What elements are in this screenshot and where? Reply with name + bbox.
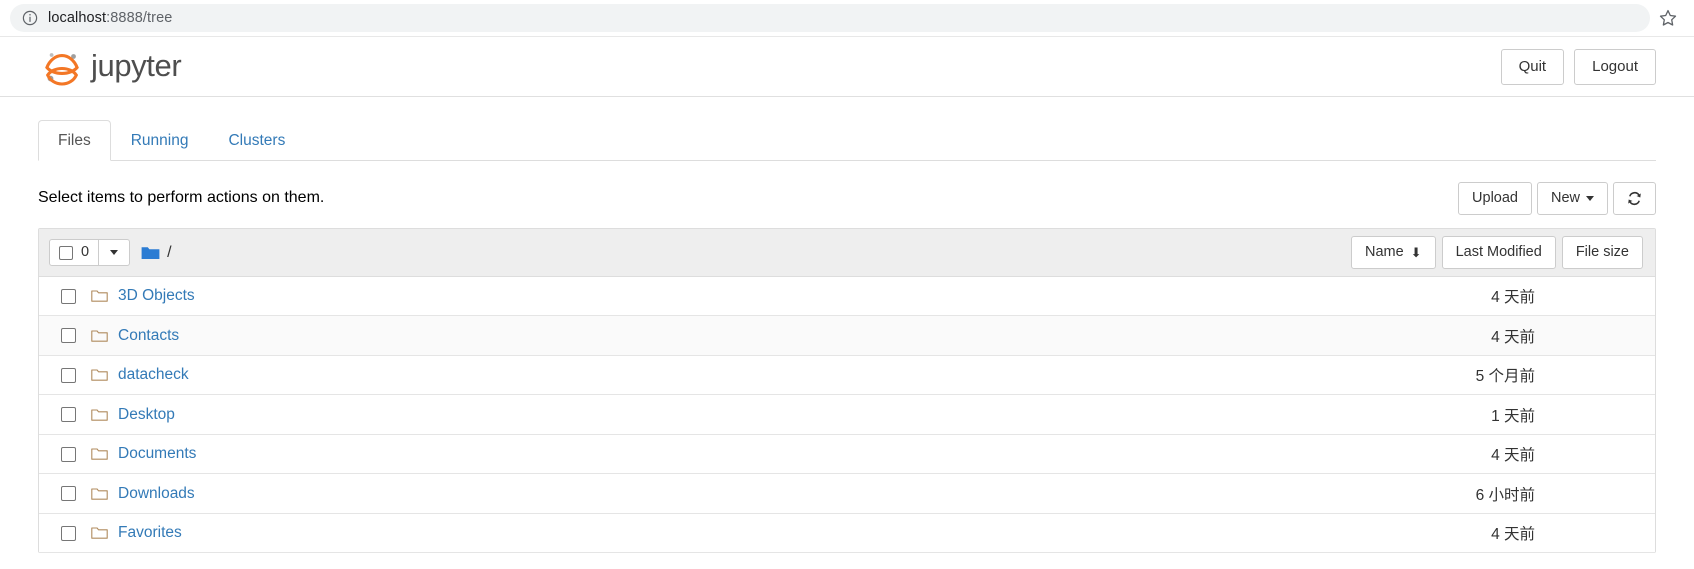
action-toolbar: Select items to perform actions on them.… <box>38 181 1656 215</box>
upload-button-label: Upload <box>1472 189 1518 206</box>
refresh-button[interactable] <box>1613 181 1656 215</box>
row-checkbox[interactable] <box>61 446 76 462</box>
select-all-group: 0 <box>49 239 131 266</box>
info-circle-icon[interactable] <box>22 10 38 26</box>
quit-button[interactable]: Quit <box>1500 48 1565 85</box>
selection-hint-text: Select items to perform actions on them. <box>38 189 325 207</box>
row-checkbox[interactable] <box>61 367 76 383</box>
table-row[interactable]: Documents 4 天前 <box>39 434 1655 475</box>
new-dropdown-button[interactable]: New <box>1536 181 1608 215</box>
chevron-down-icon <box>110 250 119 256</box>
row-checkbox[interactable] <box>61 328 76 344</box>
folder-icon <box>91 329 108 343</box>
row-checkbox[interactable] <box>61 288 76 304</box>
star-outline-icon[interactable] <box>1658 8 1678 28</box>
select-all-checkbox[interactable] <box>59 245 73 260</box>
tab-clusters[interactable]: Clusters <box>208 120 305 161</box>
file-link[interactable]: Downloads <box>118 484 195 504</box>
last-modified-value: 4 天前 <box>1491 289 1535 307</box>
row-checkbox-wrap <box>49 328 91 344</box>
upload-button[interactable]: Upload <box>1458 181 1532 215</box>
main-content: Files Running Clusters Select items to p… <box>0 120 1694 554</box>
jupyter-logo-icon <box>42 47 82 87</box>
select-all-dropdown-button[interactable] <box>99 239 131 266</box>
last-modified-value: 4 天前 <box>1491 328 1535 346</box>
file-link[interactable]: Favorites <box>118 523 182 543</box>
row-checkbox-wrap <box>49 407 91 423</box>
folder-filled-icon <box>141 245 160 261</box>
file-link[interactable]: 3D Objects <box>118 286 195 306</box>
table-row[interactable]: 3D Objects 4 天前 <box>39 276 1655 317</box>
row-checkbox-wrap <box>49 525 91 541</box>
select-all-button[interactable]: 0 <box>49 239 100 266</box>
row-checkbox[interactable] <box>61 525 76 541</box>
row-checkbox-wrap <box>49 367 91 383</box>
sort-by-name-button[interactable]: Name ⬇ <box>1350 236 1436 269</box>
jupyter-logo-text: jupyter <box>91 47 182 83</box>
file-link[interactable]: Contacts <box>118 326 179 346</box>
breadcrumb[interactable]: / <box>167 244 171 262</box>
sort-by-file-size-button[interactable]: File size <box>1561 236 1643 269</box>
file-list-header: 0 / Name ⬇ Last Modified File size <box>39 229 1655 277</box>
sort-by-last-modified-button[interactable]: Last Modified <box>1441 236 1556 269</box>
new-button-label: New <box>1550 189 1580 206</box>
sort-controls: Name ⬇ Last Modified File size <box>1350 236 1643 269</box>
folder-icon <box>91 289 108 303</box>
table-row[interactable]: datacheck 5 个月前 <box>39 355 1655 396</box>
folder-icon <box>91 487 108 501</box>
table-row[interactable]: Desktop 1 天前 <box>39 395 1655 435</box>
last-modified-value: 5 个月前 <box>1475 368 1535 386</box>
url-text: localhost:8888/tree <box>48 10 172 26</box>
folder-icon <box>91 368 108 382</box>
url-host: localhost <box>48 10 107 26</box>
app-header: jupyter Quit Logout <box>0 37 1694 97</box>
row-checkbox-wrap <box>49 486 91 502</box>
row-checkbox-wrap <box>49 446 91 462</box>
browser-toolbar: localhost:8888/tree <box>0 0 1694 37</box>
sort-descending-icon: ⬇ <box>1410 245 1422 261</box>
last-modified-value: 4 天前 <box>1491 526 1535 544</box>
last-modified-value: 1 天前 <box>1491 407 1535 425</box>
folder-icon <box>91 526 108 540</box>
url-path: :8888/tree <box>106 10 173 26</box>
table-row[interactable]: Favorites 4 天前 <box>39 513 1655 554</box>
toolbar-buttons: Upload New <box>1458 181 1656 215</box>
last-modified-value: 4 天前 <box>1491 447 1535 465</box>
chevron-down-icon <box>1586 195 1594 201</box>
selected-count: 0 <box>81 244 90 261</box>
row-checkbox[interactable] <box>61 486 76 502</box>
file-link[interactable]: datacheck <box>118 365 189 385</box>
logout-button[interactable]: Logout <box>1574 48 1656 85</box>
header-actions: Quit Logout <box>1500 48 1656 85</box>
tab-running[interactable]: Running <box>111 120 209 161</box>
table-row[interactable]: Contacts 4 天前 <box>39 316 1655 356</box>
file-link[interactable]: Desktop <box>118 405 175 425</box>
last-modified-value: 6 小时前 <box>1475 486 1535 504</box>
sort-name-label: Name <box>1364 244 1404 261</box>
file-list: 0 / Name ⬇ Last Modified File size 3D Ob… <box>38 228 1656 554</box>
tab-files[interactable]: Files <box>38 120 111 162</box>
folder-icon <box>91 447 108 461</box>
row-checkbox[interactable] <box>61 407 76 423</box>
tab-bar: Files Running Clusters <box>38 120 1656 162</box>
table-row[interactable]: Downloads 6 小时前 <box>39 474 1655 514</box>
jupyter-logo[interactable]: jupyter <box>42 47 182 87</box>
address-bar[interactable]: localhost:8888/tree <box>10 4 1650 32</box>
folder-icon <box>91 408 108 422</box>
file-link[interactable]: Documents <box>118 444 196 464</box>
refresh-icon <box>1627 191 1642 206</box>
row-checkbox-wrap <box>49 288 91 304</box>
